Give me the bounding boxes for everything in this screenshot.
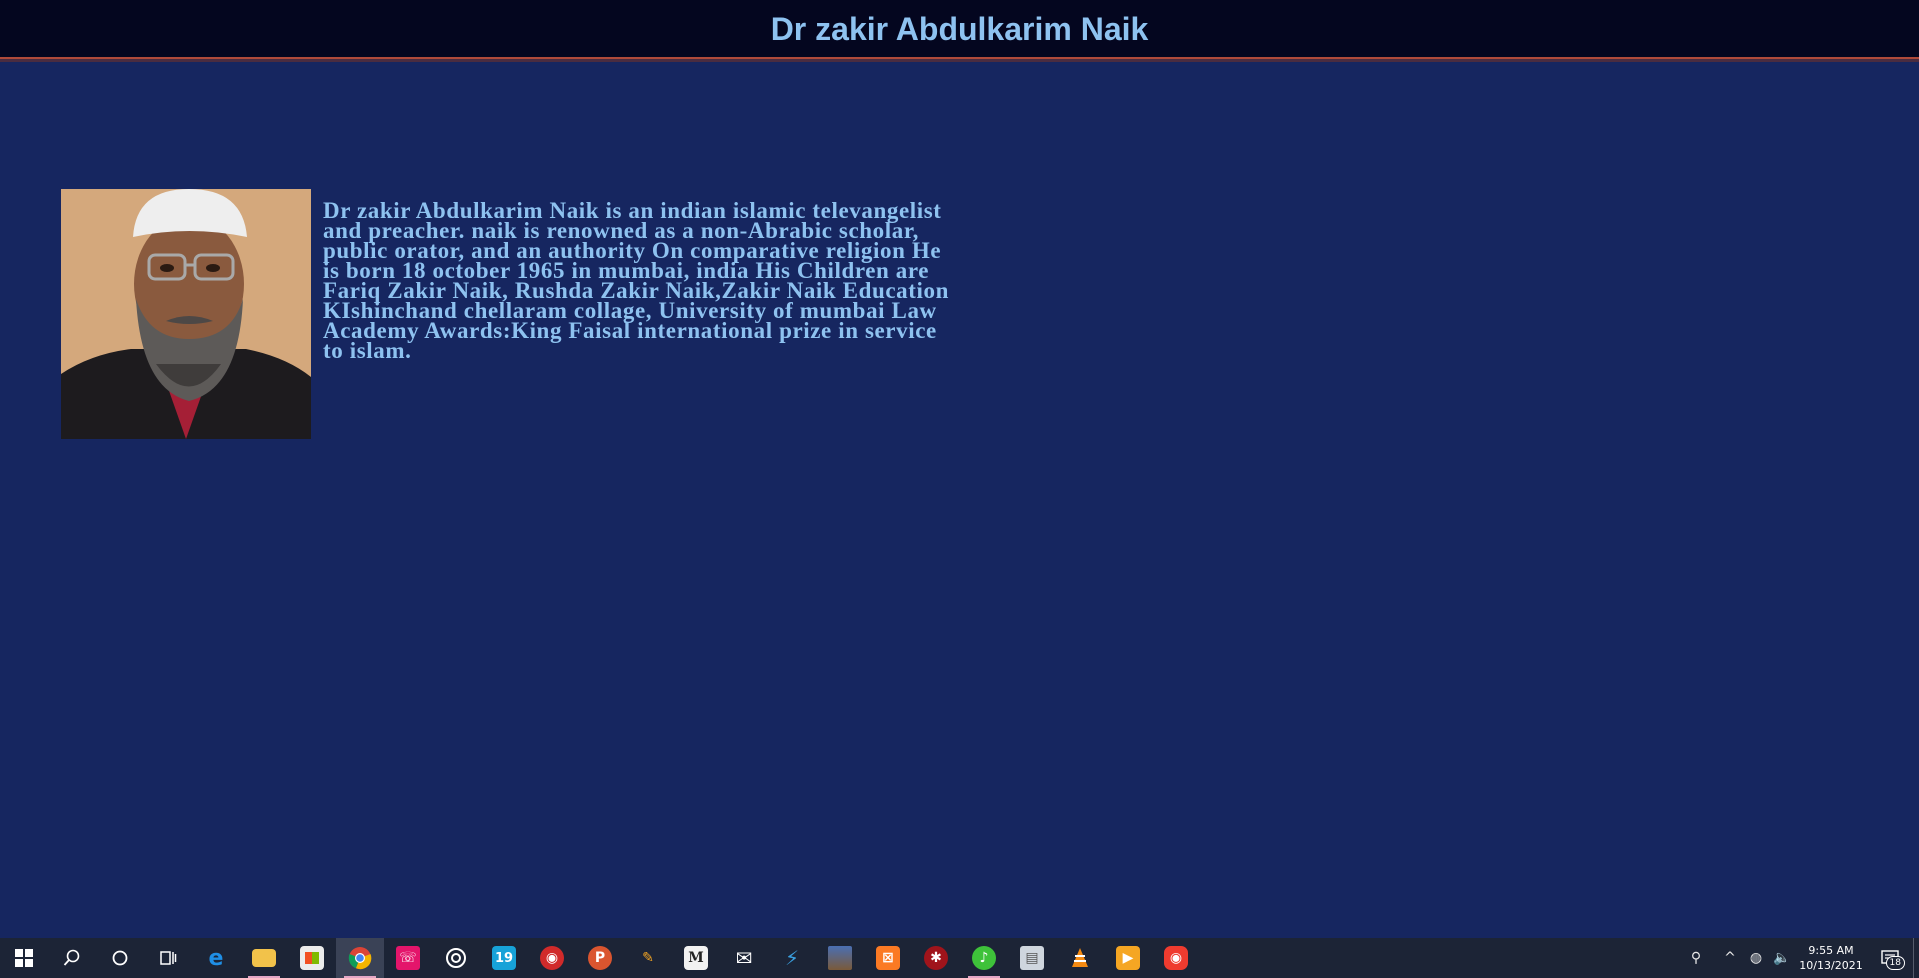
product-hunt-icon[interactable]: P — [576, 938, 624, 978]
groove-icon[interactable] — [432, 938, 480, 978]
clock[interactable]: 9:55 AM 10/13/2021 — [1795, 943, 1867, 973]
page-header: Dr zakir Abdulkarim Naik — [0, 0, 1919, 59]
gmail-icon[interactable]: M — [672, 938, 720, 978]
chrome-icon[interactable] — [336, 938, 384, 978]
clock-date: 10/13/2021 — [1799, 959, 1863, 972]
show-desktop-button[interactable] — [1913, 938, 1919, 978]
portrait-image — [61, 189, 311, 439]
windows-taskbar: e ☏ 19 ◉ P ✎ M ✉ ⚡ ⊠ ✱ ♪ ▤ ▶ ◉ ⚲ ^ ◍ 🔈 9… — [0, 938, 1919, 978]
whatsapp-icon[interactable]: ☏ — [384, 938, 432, 978]
system-tray: ⚲ ^ ◍ 🔈 9:55 AM 10/13/2021 18 — [1683, 938, 1919, 978]
file-explorer-icon[interactable] — [240, 938, 288, 978]
search-icon[interactable] — [48, 938, 96, 978]
clock-time: 9:55 AM — [1808, 944, 1854, 957]
notification-center-icon[interactable]: 18 — [1867, 938, 1913, 978]
app-19-icon[interactable]: 19 — [480, 938, 528, 978]
red-circle-app-icon[interactable]: ✱ — [912, 938, 960, 978]
vlc-icon[interactable] — [1056, 938, 1104, 978]
green-music-app-icon[interactable]: ♪ — [960, 938, 1008, 978]
store-icon[interactable] — [288, 938, 336, 978]
start-icon[interactable] — [0, 938, 48, 978]
screen-recorder-icon[interactable]: ◉ — [528, 938, 576, 978]
scanner-icon[interactable]: ▤ — [1008, 938, 1056, 978]
visual-studio-icon[interactable]: ⚡ — [768, 938, 816, 978]
photos-icon[interactable] — [816, 938, 864, 978]
paint-brush-icon[interactable]: ✎ — [624, 938, 672, 978]
task-view-icon[interactable] — [144, 938, 192, 978]
chevron-up-icon[interactable]: ^ — [1717, 950, 1743, 966]
page-title: Dr zakir Abdulkarim Naik — [770, 11, 1149, 47]
edge-icon[interactable]: e — [192, 938, 240, 978]
camera-app-icon[interactable]: ◉ — [1152, 938, 1200, 978]
people-icon[interactable]: ⚲ — [1683, 950, 1709, 966]
network-globe-icon[interactable]: ◍ — [1743, 950, 1769, 966]
notification-count-badge: 18 — [1885, 956, 1905, 970]
video-player-icon[interactable]: ▶ — [1104, 938, 1152, 978]
bio-paragraph: Dr zakir Abdulkarim Naik is an indian is… — [323, 198, 950, 363]
xampp-icon[interactable]: ⊠ — [864, 938, 912, 978]
volume-icon[interactable]: 🔈 — [1769, 950, 1795, 966]
profile-section: Dr zakir Abdulkarim Naik is an indian is… — [61, 189, 963, 439]
mail-icon[interactable]: ✉ — [720, 938, 768, 978]
cortana-icon[interactable] — [96, 938, 144, 978]
